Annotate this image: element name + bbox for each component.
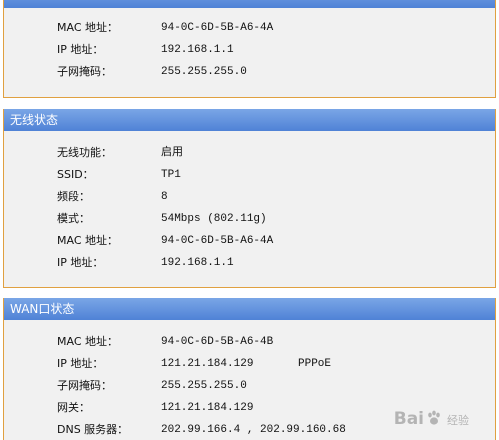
wireless-channel-value: 8 bbox=[161, 191, 168, 203]
lan-status-panel: MAC 地址： 94-0C-6D-5B-A6-4A IP 地址： 192.168… bbox=[3, 0, 496, 98]
wireless-function-value: 启用 bbox=[161, 147, 183, 159]
wireless-ip-value: 192.168.1.1 bbox=[161, 257, 234, 269]
baidu-watermark: Bai 经验 bbox=[394, 409, 469, 429]
wan-ip-value: 121.21.184.129 bbox=[161, 358, 254, 370]
wan-subnet-label: 子网掩码： bbox=[57, 379, 112, 392]
wan-ip-label: IP 地址： bbox=[57, 357, 104, 370]
watermark-text-right: 经验 bbox=[447, 414, 469, 427]
lan-status-header bbox=[4, 0, 495, 8]
wireless-mac-label: MAC 地址： bbox=[57, 234, 118, 247]
wireless-status-header: 无线状态 bbox=[4, 109, 495, 131]
wan-dns-label: DNS 服务器： bbox=[57, 423, 129, 436]
lan-ip-value: 192.168.1.1 bbox=[161, 44, 234, 56]
lan-ip-label: IP 地址： bbox=[57, 43, 104, 56]
wireless-function-label: 无线功能： bbox=[57, 146, 112, 159]
lan-subnet-label: 子网掩码： bbox=[57, 65, 112, 78]
wireless-mode-value: 54Mbps (802.11g) bbox=[161, 213, 267, 225]
wan-gateway-value: 121.21.184.129 bbox=[161, 402, 254, 414]
lan-mac-label: MAC 地址： bbox=[57, 21, 118, 34]
wireless-mac-value: 94-0C-6D-5B-A6-4A bbox=[161, 235, 274, 247]
watermark-text-left: Bai bbox=[393, 409, 424, 429]
wireless-ip-label: IP 地址： bbox=[57, 256, 104, 269]
lan-subnet-value: 255.255.255.0 bbox=[161, 66, 247, 78]
wan-dns-value: 202.99.166.4 , 202.99.160.68 bbox=[161, 424, 346, 436]
wireless-status-panel: 无线状态 无线功能： 启用 SSID： TP1 频段： 8 模式： 54Mbps… bbox=[3, 109, 496, 288]
lan-mac-value: 94-0C-6D-5B-A6-4A bbox=[161, 22, 274, 34]
baidu-paw-icon bbox=[428, 410, 440, 425]
wan-mac-value: 94-0C-6D-5B-A6-4B bbox=[161, 336, 274, 348]
wan-gateway-label: 网关： bbox=[57, 401, 90, 414]
wireless-channel-label: 频段： bbox=[57, 190, 90, 203]
wan-status-header: WAN口状态 bbox=[4, 298, 495, 320]
wireless-ssid-value: TP1 bbox=[161, 169, 181, 181]
wireless-ssid-label: SSID： bbox=[57, 168, 94, 181]
wan-mac-label: MAC 地址： bbox=[57, 335, 118, 348]
wireless-mode-label: 模式： bbox=[57, 212, 90, 225]
wan-connection-type: PPPoE bbox=[298, 358, 332, 370]
wan-subnet-value: 255.255.255.0 bbox=[161, 380, 247, 392]
